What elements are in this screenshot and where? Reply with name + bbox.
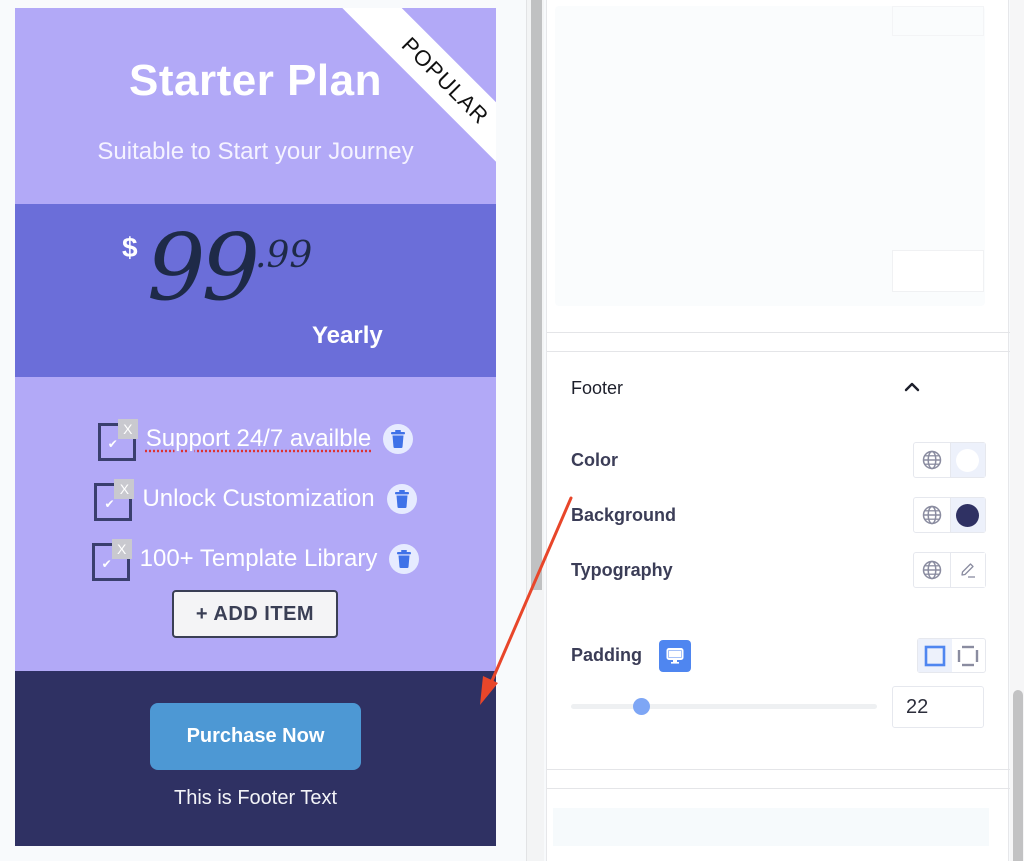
typography-label: Typography: [571, 560, 673, 580]
color-label: Color: [571, 450, 618, 470]
footer-text[interactable]: This is Footer Text: [15, 787, 496, 810]
globe-icon: [922, 450, 941, 470]
price-cents[interactable]: .99: [255, 238, 312, 274]
trash-icon: [397, 550, 412, 568]
background-control: [913, 497, 986, 533]
trash-icon: [394, 490, 409, 508]
chevron-up-icon[interactable]: [901, 376, 923, 398]
delete-feature-button[interactable]: [389, 544, 420, 574]
background-swatch-button[interactable]: [949, 498, 985, 532]
padding-custom-button[interactable]: [952, 639, 986, 672]
check-icon: ✔: [107, 437, 118, 451]
feature-text[interactable]: Unlock Customization: [142, 485, 374, 513]
price-amount[interactable]: 99: [147, 222, 260, 314]
padding-value-input[interactable]: [892, 686, 984, 728]
check-icon: ✔: [104, 497, 115, 511]
plan-subtitle[interactable]: Suitable to Start your Journey: [15, 138, 496, 166]
footer-section-title[interactable]: Footer: [571, 378, 623, 399]
preview-scrollbar-thumb[interactable]: [531, 0, 542, 590]
padding-slider-thumb[interactable]: [633, 698, 651, 715]
padding-linked-button[interactable]: [918, 639, 952, 672]
feature-item: ✔ X 100+ Template Library: [15, 537, 496, 581]
feature-list: ✔ X Support 24/7 availble ✔ X Unlock Cus…: [15, 377, 496, 671]
price-period[interactable]: Yearly: [312, 322, 383, 350]
add-item-button[interactable]: + ADD ITEM: [172, 590, 338, 638]
faded-settings-block: [553, 808, 989, 846]
feature-item: ✔ X Unlock Customization: [15, 477, 496, 521]
panel-scrollbar-thumb[interactable]: [1013, 690, 1023, 861]
edit-typography-button[interactable]: [949, 553, 985, 587]
feature-text[interactable]: 100+ Template Library: [140, 545, 378, 573]
unlinked-corners-icon: [958, 645, 979, 666]
divider: [547, 351, 1010, 352]
delete-feature-button[interactable]: [383, 424, 414, 454]
trash-icon: [391, 430, 406, 448]
padding-mode-toggle: [917, 638, 986, 673]
editor-screen: Starter Plan Suitable to Start your Jour…: [0, 0, 1024, 861]
color-swatch-button[interactable]: [949, 443, 985, 477]
feature-text[interactable]: Support 24/7 availble: [146, 425, 372, 453]
close-icon[interactable]: X: [117, 419, 138, 439]
desktop-icon: [666, 648, 684, 664]
global-color-button[interactable]: [914, 443, 950, 477]
pencil-icon: [961, 563, 975, 578]
feature-icon-picker[interactable]: ✔ X: [94, 479, 135, 521]
check-icon: ✔: [101, 557, 112, 571]
typography-control: [913, 552, 986, 588]
feature-icon-picker[interactable]: ✔ X: [91, 539, 132, 581]
background-swatch: [956, 503, 980, 527]
globe-icon: [922, 505, 941, 525]
background-label: Background: [571, 505, 677, 525]
globe-icon: [922, 560, 941, 580]
currency-symbol[interactable]: $: [122, 232, 138, 264]
feature-item: ✔ X Support 24/7 availble: [15, 417, 496, 461]
card-footer: Purchase Now This is Footer Text: [15, 671, 496, 846]
responsive-device-button[interactable]: [659, 640, 691, 672]
price-section: $ 99 .99 Yearly: [15, 204, 496, 377]
linked-square-icon: [924, 645, 946, 666]
settings-panel: Footer Color Background Typography Paddi…: [546, 0, 1010, 861]
global-background-button[interactable]: [914, 498, 950, 532]
color-swatch: [956, 448, 980, 472]
purchase-now-button[interactable]: Purchase Now: [150, 703, 361, 770]
padding-label: Padding: [571, 645, 642, 665]
pricing-card-preview: Starter Plan Suitable to Start your Jour…: [15, 8, 496, 846]
feature-icon-picker[interactable]: ✔ X: [97, 419, 138, 461]
faded-input: [892, 250, 984, 292]
delete-feature-button[interactable]: [386, 484, 417, 514]
color-control: [913, 442, 986, 478]
close-icon[interactable]: X: [111, 539, 132, 559]
close-icon[interactable]: X: [114, 479, 135, 499]
divider: [547, 769, 1010, 770]
divider: [547, 788, 1010, 789]
padding-slider[interactable]: [571, 698, 877, 715]
global-typography-button[interactable]: [914, 553, 950, 587]
faded-input: [892, 6, 984, 36]
card-header: Starter Plan Suitable to Start your Jour…: [15, 8, 496, 204]
divider: [547, 332, 1010, 333]
